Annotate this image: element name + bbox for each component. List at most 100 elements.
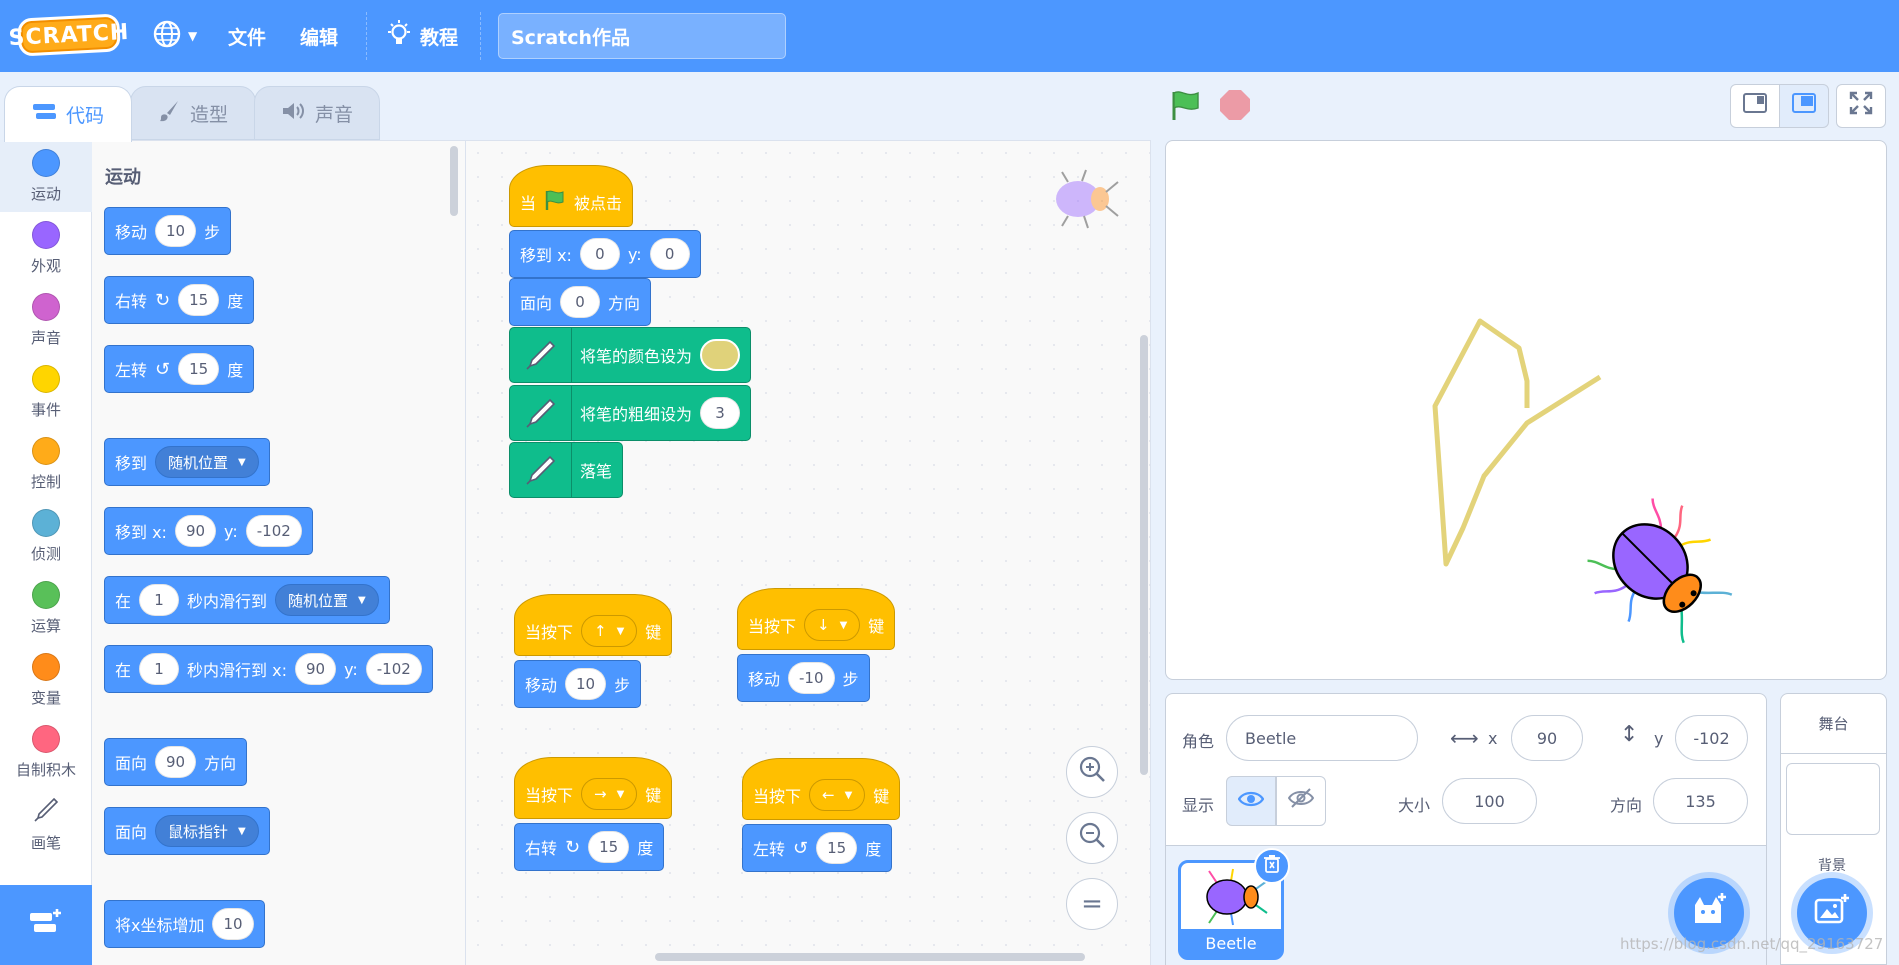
direction-input[interactable]: 90: [155, 746, 197, 778]
key-dropdown[interactable]: ← ▼: [809, 779, 866, 811]
category-operators[interactable]: 运算: [0, 572, 92, 644]
green-flag-button[interactable]: [1170, 90, 1202, 130]
palette-turn-right-block[interactable]: 右转 ↻ 15 度: [104, 276, 255, 324]
set-pen-color-block[interactable]: 将笔的颜色设为: [509, 327, 752, 383]
palette-point-towards-block[interactable]: 面向 鼠标指针 ▼: [104, 807, 270, 855]
category-variables[interactable]: 变量: [0, 644, 92, 716]
small-stage-button[interactable]: [1730, 84, 1780, 128]
x-input[interactable]: 90: [174, 515, 217, 547]
move-steps-block[interactable]: 移动 10 步: [514, 660, 642, 708]
y-input[interactable]: -102: [365, 653, 422, 685]
key-dropdown[interactable]: → ▼: [581, 778, 638, 810]
palette-glide-xy-block[interactable]: 在 1 秒内滑行到 x: 90 y: -102: [104, 645, 433, 693]
x-input[interactable]: 0: [579, 238, 620, 270]
sprite-name-input[interactable]: Beetle: [1226, 715, 1418, 761]
seconds-input[interactable]: 1: [139, 584, 180, 616]
tab-costumes[interactable]: 造型: [130, 86, 256, 140]
palette-change-x-block[interactable]: 将x坐标增加 10: [104, 900, 265, 948]
beetle-sprite[interactable]: [1575, 486, 1752, 663]
size-input[interactable]: 100: [1442, 778, 1537, 824]
zoom-reset-button[interactable]: =: [1066, 878, 1118, 930]
delete-sprite-button[interactable]: [1254, 848, 1290, 884]
scratch-logo[interactable]: SCRATCH: [8, 13, 130, 57]
palette-goto-block[interactable]: 移到 随机位置 ▼: [104, 438, 270, 486]
category-sound[interactable]: 声音: [0, 284, 92, 356]
palette-glide-block[interactable]: 在 1 秒内滑行到 随机位置 ▼: [104, 576, 390, 624]
category-label: 自制积木: [15, 760, 76, 779]
stop-button[interactable]: [1220, 90, 1250, 120]
workspace-vertical-scrollbar[interactable]: [1140, 335, 1148, 775]
degrees-input[interactable]: 15: [588, 831, 630, 863]
edit-menu[interactable]: 编辑: [300, 0, 338, 72]
language-menu[interactable]: ▼: [152, 0, 197, 72]
change-x-input[interactable]: 10: [212, 908, 254, 940]
tab-sounds[interactable]: 声音: [254, 86, 380, 140]
set-pen-size-block[interactable]: 将笔的粗细设为 3: [509, 385, 752, 441]
steps-input[interactable]: 10: [155, 215, 197, 247]
goto-target-dropdown[interactable]: 随机位置 ▼: [155, 446, 259, 478]
category-motion[interactable]: 运动: [0, 140, 92, 212]
project-title-input[interactable]: Scratch作品: [498, 13, 786, 59]
zoom-out-button[interactable]: [1066, 812, 1118, 864]
category-sensing[interactable]: 侦测: [0, 500, 92, 572]
add-extension-button[interactable]: [0, 885, 92, 965]
palette-goto-xy-block[interactable]: 移到 x: 90 y: -102: [104, 507, 313, 555]
stage-canvas[interactable]: [1165, 140, 1887, 680]
x-position-input[interactable]: 90: [1511, 715, 1583, 761]
when-right-key-pressed-block[interactable]: 当按下 → ▼ 键: [514, 757, 673, 819]
category-my-blocks[interactable]: 自制积木: [0, 716, 92, 788]
pen-color-swatch[interactable]: [700, 339, 741, 371]
glide-target-dropdown[interactable]: 随机位置 ▼: [275, 584, 379, 616]
x-input[interactable]: 90: [294, 653, 337, 685]
y-position-input[interactable]: -102: [1675, 715, 1748, 761]
palette-scrollbar[interactable]: [450, 146, 458, 216]
when-left-key-pressed-block[interactable]: 当按下 ← ▼ 键: [742, 758, 901, 820]
pen-size-input[interactable]: 3: [700, 397, 741, 429]
sprite-thumbnail-label: Beetle: [1181, 929, 1281, 957]
show-sprite-button[interactable]: [1226, 776, 1276, 826]
steps-input[interactable]: -10: [788, 662, 835, 694]
when-down-key-pressed-block[interactable]: 当按下 ↓ ▼ 键: [737, 588, 896, 650]
y-input[interactable]: -102: [245, 515, 302, 547]
fullscreen-button[interactable]: [1836, 84, 1886, 128]
key-dropdown[interactable]: ↓ ▼: [804, 609, 861, 641]
stage-thumbnail[interactable]: [1786, 763, 1880, 835]
tab-code[interactable]: 代码: [4, 86, 132, 142]
when-flag-clicked-block[interactable]: 当 被点击: [509, 165, 634, 227]
key-dropdown[interactable]: ↑ ▼: [581, 615, 638, 647]
turn-right-block[interactable]: 右转 ↻ 15 度: [514, 823, 665, 871]
block-text: 移到: [115, 454, 148, 473]
category-pen[interactable]: 画笔: [0, 788, 92, 860]
operators-dot-icon: [32, 580, 60, 609]
direction-input[interactable]: 135: [1653, 778, 1748, 824]
steps-input[interactable]: 10: [565, 668, 607, 700]
zoom-in-button[interactable]: [1066, 746, 1118, 798]
my-blocks-dot-icon: [32, 724, 60, 753]
workspace-horizontal-scrollbar[interactable]: [655, 953, 1085, 961]
pen-down-block[interactable]: 落笔: [509, 442, 624, 498]
category-looks[interactable]: 外观: [0, 212, 92, 284]
file-menu[interactable]: 文件: [228, 0, 266, 72]
when-up-key-pressed-block[interactable]: 当按下 ↑ ▼ 键: [514, 594, 673, 656]
move-steps-block[interactable]: 移动 -10 步: [737, 654, 870, 702]
large-stage-button[interactable]: [1779, 84, 1829, 128]
point-target-dropdown[interactable]: 鼠标指针 ▼: [155, 815, 259, 847]
y-input[interactable]: 0: [649, 238, 690, 270]
palette-turn-left-block[interactable]: 左转 ↺ 15 度: [104, 345, 255, 393]
goto-xy-block[interactable]: 移到 x: 0 y: 0: [509, 230, 701, 278]
palette-move-block[interactable]: 移动 10 步: [104, 207, 232, 255]
degrees-input[interactable]: 15: [816, 832, 858, 864]
eye-icon: [1237, 789, 1265, 814]
tutorials-menu[interactable]: 教程: [386, 0, 458, 72]
direction-input[interactable]: 0: [560, 286, 601, 318]
turn-left-block[interactable]: 左转 ↺ 15 度: [742, 824, 893, 872]
degrees-input[interactable]: 15: [178, 284, 220, 316]
dropdown-value: 鼠标指针: [168, 822, 229, 841]
point-direction-block[interactable]: 面向 0 方向: [509, 278, 652, 326]
category-control[interactable]: 控制: [0, 428, 92, 500]
category-events[interactable]: 事件: [0, 356, 92, 428]
hide-sprite-button[interactable]: [1276, 776, 1326, 826]
seconds-input[interactable]: 1: [139, 653, 180, 685]
palette-point-direction-block[interactable]: 面向 90 方向: [104, 738, 248, 786]
degrees-input[interactable]: 15: [178, 353, 220, 385]
